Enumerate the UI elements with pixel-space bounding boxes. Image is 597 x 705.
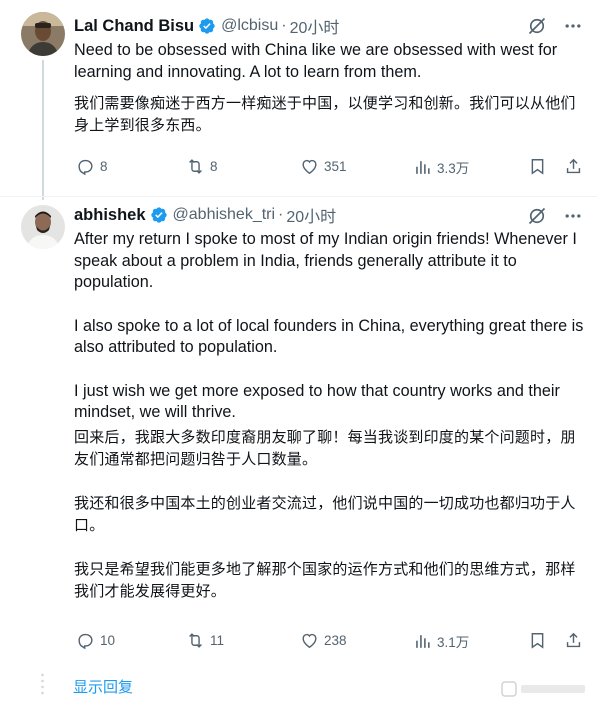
tweet-time[interactable]: 20小时 (290, 14, 340, 38)
verified-badge-icon (150, 207, 167, 223)
repost-count: 11 (210, 633, 225, 648)
tweet-actions: 8 8 351 3.3万 (74, 157, 584, 179)
reply-count: 10 (100, 633, 116, 648)
more-icon[interactable] (563, 206, 583, 226)
avatar-lal-chand-bisu[interactable] (21, 12, 65, 56)
grok-icon[interactable] (527, 206, 547, 226)
repost-button[interactable]: 8 (186, 157, 218, 176)
more-icon[interactable] (563, 16, 583, 36)
views-button[interactable]: 3.3万 (413, 157, 469, 177)
like-button[interactable]: 351 (300, 157, 347, 176)
tweet-body: After my return I spoke to most of my In… (74, 229, 584, 602)
tweet-2[interactable]: abhishek @abhishek_tri · 20小时 After my r… (0, 197, 597, 667)
bookmark-icon (531, 633, 544, 649)
heart-icon (302, 159, 317, 175)
tweet-header: Lal Chand Bisu @lcbisu · 20小时 (74, 14, 340, 38)
tweet-body: Need to be obsessed with China like we a… (74, 40, 584, 136)
views-icon (416, 634, 430, 648)
tweet-text-en-2: I also spoke to a lot of local founders … (74, 316, 584, 357)
watermark-graphic (501, 681, 585, 697)
views-button[interactable]: 3.1万 (413, 631, 469, 651)
share-icon (566, 632, 581, 648)
grok-icon[interactable] (527, 16, 547, 36)
tweet-text-en-3: I just wish we get more exposed to how t… (74, 381, 560, 422)
views-icon (416, 160, 430, 174)
tweet-text-en-1: After my return I spoke to most of my In… (74, 230, 577, 291)
like-button[interactable]: 238 (300, 631, 347, 650)
repost-icon (189, 159, 202, 174)
reply-icon (78, 633, 93, 650)
reply-button[interactable]: 8 (76, 157, 108, 176)
separator-dot: · (281, 17, 287, 34)
tweet-header-actions (527, 16, 583, 36)
share-button[interactable] (564, 631, 583, 650)
bookmark-button[interactable] (528, 157, 547, 176)
share-button[interactable] (564, 157, 583, 176)
author-name[interactable]: abhishek (74, 206, 146, 225)
avatar-abhishek[interactable] (21, 205, 65, 249)
tweet-text-zh-3: 我只是希望我们能更多地了解那个国家的运作方式和他们的思维方式，那样我们才能发展得… (74, 559, 576, 600)
author-handle[interactable]: @lcbisu (221, 17, 278, 35)
repost-count: 8 (210, 159, 218, 174)
views-count: 3.1万 (437, 635, 470, 650)
bookmark-icon (531, 159, 544, 175)
author-handle[interactable]: @abhishek_tri (173, 206, 276, 224)
views-count: 3.3万 (437, 161, 470, 176)
separator-dot: · (278, 206, 284, 223)
tweet-actions: 10 11 238 3.1万 (74, 631, 584, 653)
like-count: 238 (324, 633, 347, 648)
like-count: 351 (324, 159, 347, 174)
reply-icon (78, 159, 93, 176)
bookmark-button[interactable] (528, 631, 547, 650)
tweet-text-zh-1: 回来后，我跟大多数印度裔朋友聊了聊！每当我谈到印度的某个问题时，朋友们通常都把问… (74, 427, 576, 468)
show-replies-link[interactable]: 显示回复 (73, 676, 133, 697)
thread-dotted-connector (41, 672, 44, 698)
heart-icon (302, 633, 317, 649)
reply-count: 8 (100, 159, 108, 174)
author-name[interactable]: Lal Chand Bisu (74, 17, 194, 36)
tweet-1[interactable]: Lal Chand Bisu @lcbisu · 20小时 Need to be… (0, 0, 597, 200)
thread-connector (42, 60, 44, 200)
tweet-text-zh: 我们需要像痴迷于西方一样痴迷于中国，以便学习和创新。我们可以从他们身上学到很多东… (74, 94, 576, 134)
tweet-time[interactable]: 20小时 (286, 203, 336, 227)
verified-badge-icon (199, 18, 215, 34)
tweet-header-actions (527, 206, 583, 226)
tweet-text-zh-2: 我还和很多中国本土的创业者交流过，他们说中国的一切成功也都归功于人口。 (74, 493, 576, 534)
reply-button[interactable]: 10 (76, 631, 115, 650)
share-icon (566, 158, 581, 174)
repost-button[interactable]: 11 (186, 631, 224, 650)
repost-icon (189, 633, 202, 648)
tweet-header: abhishek @abhishek_tri · 20小时 (74, 203, 336, 227)
watermark (501, 679, 587, 699)
tweet-text-en: Need to be obsessed with China like we a… (74, 41, 558, 81)
